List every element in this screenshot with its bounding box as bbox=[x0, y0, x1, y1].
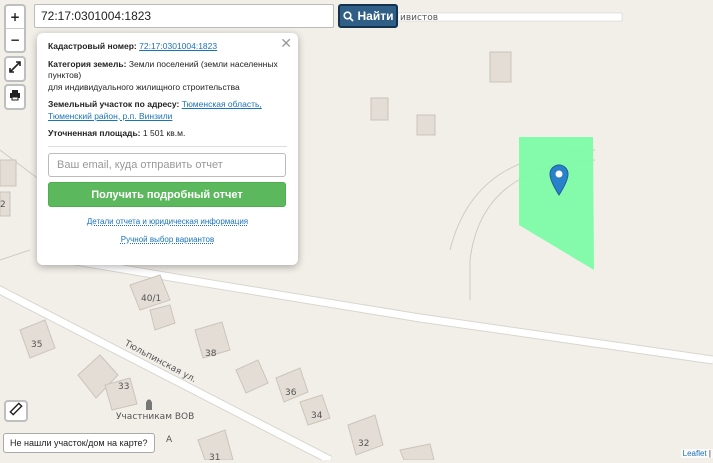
street-label-top: ивистов bbox=[400, 13, 438, 23]
house-number: 38 bbox=[205, 349, 217, 359]
address-row: Земельный участок по адресу: Тюменская о… bbox=[48, 99, 287, 122]
cadastral-row: Кадастровый номер: 72:17:0301004:1823 bbox=[48, 41, 287, 53]
details-link-wrap: Детали отчета и юридическая информация bbox=[48, 217, 287, 226]
ruler-icon bbox=[9, 402, 23, 416]
zoom-control: + − bbox=[4, 4, 26, 53]
manual-link-wrap: Ручной выбор вариантов bbox=[48, 235, 287, 244]
not-found-button[interactable]: Не нашли участок/дом на карте? bbox=[3, 433, 155, 453]
house-number: 34 bbox=[311, 411, 323, 421]
leaflet-link[interactable]: Leaflet bbox=[683, 449, 707, 458]
print-control bbox=[4, 84, 26, 110]
area-value: 1 501 кв.м. bbox=[142, 128, 186, 138]
building bbox=[416, 114, 436, 136]
house-number: 31 bbox=[209, 453, 220, 460]
address-link-locality[interactable]: Тюменский район, р.п. Винзили bbox=[48, 111, 172, 121]
parcel-info-popup: ✕ Кадастровый номер: 72:17:0301004:1823 … bbox=[37, 33, 298, 265]
house-number: 2 bbox=[0, 200, 6, 210]
area-label: Уточненная площадь: bbox=[48, 128, 141, 138]
house-number: A bbox=[166, 435, 173, 445]
search-button-label: Найти bbox=[357, 9, 394, 23]
attribution: Leaflet | bbox=[680, 449, 713, 458]
address-label: Земельный участок по адресу: bbox=[48, 99, 180, 109]
poi-label: Участникам ВОВ bbox=[116, 412, 194, 422]
search-button[interactable]: Найти bbox=[338, 4, 398, 28]
house-number: 32 bbox=[358, 439, 369, 449]
zoom-out-button[interactable]: − bbox=[6, 28, 24, 51]
get-report-button[interactable]: Получить подробный отчет bbox=[48, 181, 286, 207]
house-number: 36 bbox=[285, 388, 297, 398]
area-row: Уточненная площадь: 1 501 кв.м. bbox=[48, 128, 287, 140]
email-field[interactable]: Ваш email, куда отправить отчет bbox=[48, 152, 286, 177]
search-icon bbox=[342, 10, 354, 22]
attribution-separator: | bbox=[708, 449, 711, 458]
building bbox=[489, 51, 512, 83]
measure-button[interactable] bbox=[4, 400, 28, 422]
memorial-icon bbox=[146, 399, 152, 410]
address-link-region[interactable]: Тюменская область, bbox=[182, 99, 262, 109]
print-icon[interactable] bbox=[6, 86, 24, 108]
fullscreen-control bbox=[4, 56, 26, 82]
house-number: 35 bbox=[31, 340, 42, 350]
manual-selection-link[interactable]: Ручной выбор вариантов bbox=[121, 235, 214, 244]
cadastral-search-input[interactable] bbox=[34, 4, 334, 28]
fullscreen-icon[interactable] bbox=[6, 58, 24, 80]
building bbox=[370, 97, 389, 121]
house-number: 33 bbox=[118, 382, 129, 392]
category-row: Категория земель: Земли поселений (земли… bbox=[48, 59, 287, 94]
building bbox=[0, 159, 17, 187]
details-link[interactable]: Детали отчета и юридическая информация bbox=[87, 217, 248, 226]
cadastral-label: Кадастровый номер: bbox=[48, 41, 137, 51]
cadastral-link[interactable]: 72:17:0301004:1823 bbox=[139, 41, 217, 51]
close-icon[interactable]: ✕ bbox=[280, 36, 292, 52]
house-number: 40/1 bbox=[141, 294, 161, 304]
zoom-in-button[interactable]: + bbox=[6, 6, 24, 28]
divider bbox=[48, 145, 287, 147]
category-use: для индивидуального жилищного строительс… bbox=[48, 81, 240, 92]
category-label: Категория земель: bbox=[48, 58, 127, 69]
